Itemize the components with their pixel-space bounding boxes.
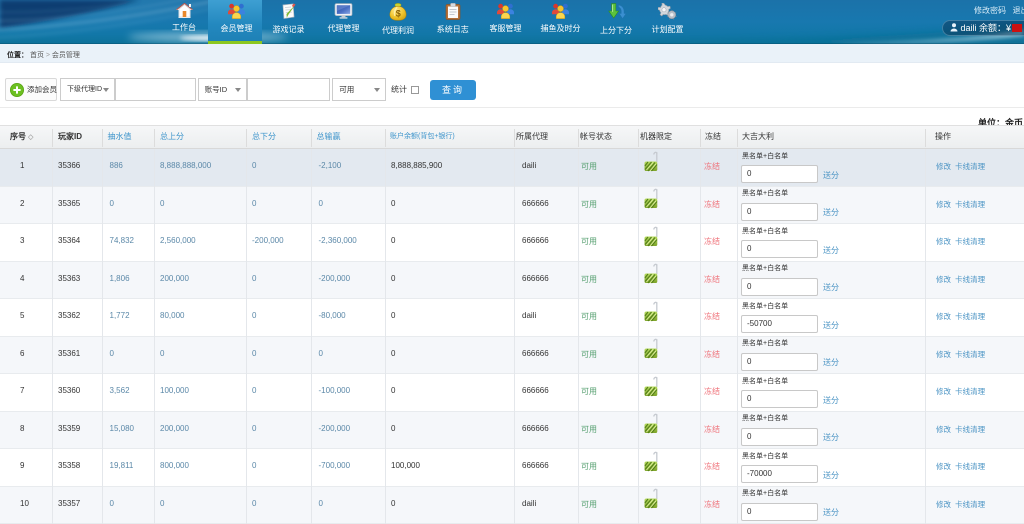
svg-text:$: $ xyxy=(396,9,401,19)
